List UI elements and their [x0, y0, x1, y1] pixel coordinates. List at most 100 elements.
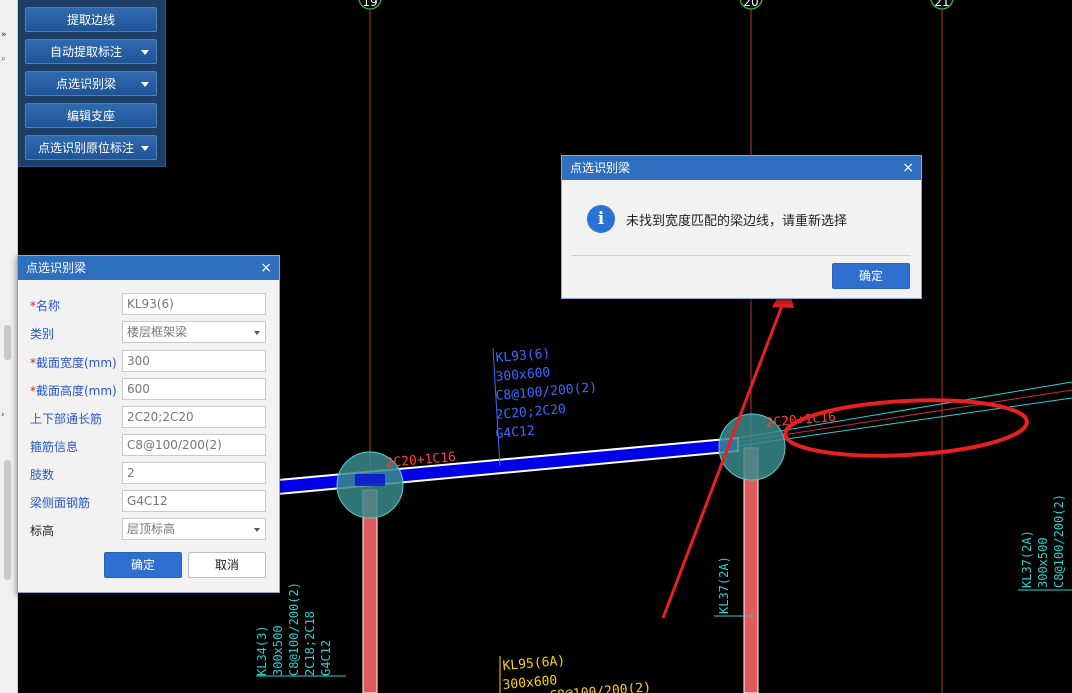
field-value: G4C12 — [127, 494, 168, 508]
section-height-input[interactable]: 600 — [122, 378, 266, 400]
extract-edge-label: 提取边线 — [66, 13, 115, 27]
elevation-select[interactable]: 层顶标高 — [122, 518, 266, 540]
cancel-button[interactable]: 取消 — [188, 552, 266, 578]
field-label: 箍筋信息 — [30, 440, 79, 454]
field-label: 上下部通长筋 — [30, 412, 103, 426]
field-label-text: 截面高度(mm) — [36, 384, 117, 398]
axis-label-21: 21 — [934, 0, 949, 9]
axis-bubble-20: 20 — [739, 0, 763, 10]
expand-arrows-icon[interactable]: » — [1, 30, 7, 40]
kl93-rebar: 2C20;2C20 — [495, 402, 566, 423]
kl93-side-rebar: G4C12 — [495, 424, 535, 442]
message-text: 未找到宽度匹配的梁边线，请重新选择 — [626, 214, 848, 229]
field-value: KL93(6) — [127, 297, 174, 311]
scrollbar-thumb[interactable] — [4, 460, 11, 580]
field-row-name: *名称 KL93(6) — [18, 293, 279, 317]
auto-extract-annotation-button[interactable]: 自动提取标注 — [25, 39, 157, 64]
field-value: 层顶标高 — [127, 522, 176, 536]
ok-button[interactable]: 确定 — [104, 552, 182, 578]
field-value: 600 — [127, 382, 150, 396]
kl95-name: KL95(6A) — [502, 654, 566, 674]
kl95-stirrup: C8@100/200(2) — [549, 680, 652, 693]
caret-down-icon[interactable] — [141, 146, 149, 151]
field-label: 梁侧面钢筋 — [30, 496, 91, 510]
extract-edge-button[interactable]: 提取边线 — [25, 7, 157, 32]
field-row-width: *截面宽度(mm) 300 — [18, 350, 279, 374]
pick-identify-inplace-annotation-label: 点选识别原位标注 — [37, 141, 134, 155]
beam-identify-dialog: 点选识别梁 × *名称 KL93(6) 类别 楼层框架梁 *截面宽度(mm) 3… — [17, 255, 280, 593]
pick-identify-beam-label: 点选识别梁 — [55, 77, 116, 91]
caret-down-icon[interactable] — [141, 50, 149, 55]
kl37-right-annotation: KL37(2A) 300x500 C8@100/200(2) — [1018, 494, 1072, 591]
divider — [572, 255, 911, 256]
field-label: *截面高度(mm) — [30, 384, 117, 398]
axis-bubble-19: 19 — [358, 0, 382, 10]
field-row-longitudinal: 上下部通长筋 2C20;2C20 — [18, 406, 279, 430]
highlight-ellipse — [783, 398, 1029, 458]
kl37-right-name: KL37(2A) — [1020, 530, 1034, 588]
scrollbar-thumb[interactable] — [4, 325, 11, 360]
beam-over-column — [355, 474, 385, 486]
dialog-titlebar[interactable]: 点选识别梁 × — [562, 156, 921, 180]
field-label: *名称 — [30, 299, 61, 313]
field-value: 300 — [127, 354, 150, 368]
stirrup-input[interactable]: C8@100/200(2) — [122, 434, 266, 456]
axis-bubble-21: 21 — [930, 0, 954, 10]
caret-down-icon[interactable] — [141, 82, 149, 87]
info-icon: i — [587, 205, 615, 233]
kl34-annotation: KL34(3) 300x500 C8@100/200(2) 2C18;2C18 … — [255, 582, 346, 677]
edit-support-label: 编辑支座 — [66, 109, 115, 123]
field-row-legs: 肢数 2 — [18, 462, 279, 486]
dialog-title: 点选识别梁 — [26, 261, 87, 275]
field-row-side-rebar: 梁侧面钢筋 G4C12 — [18, 490, 279, 514]
name-input[interactable]: KL93(6) — [122, 293, 266, 315]
field-value: 楼层框架梁 — [127, 325, 188, 339]
close-icon[interactable]: × — [902, 156, 914, 180]
auto-extract-annotation-label: 自动提取标注 — [49, 45, 122, 59]
kl37-mid-name: KL37(2A) — [717, 556, 731, 614]
side-rebar-input[interactable]: G4C12 — [122, 490, 266, 512]
legs-input[interactable]: 2 — [122, 462, 266, 484]
dialog-title: 点选识别梁 — [570, 161, 631, 175]
field-row-height: *截面高度(mm) 600 — [18, 378, 279, 402]
axis-label-20: 20 — [743, 0, 758, 9]
kl93-name: KL93(6) — [495, 346, 551, 366]
field-row-stirrup: 箍筋信息 C8@100/200(2) — [18, 434, 279, 458]
field-row-category: 类别 楼层框架梁 — [18, 321, 279, 345]
axis-label-19: 19 — [362, 0, 377, 9]
chevron-down-icon[interactable] — [254, 528, 260, 532]
vertical-beam-19 — [362, 489, 378, 693]
left-side-strip: » ⌕ › — [0, 0, 18, 693]
continuous-rebar-input[interactable]: 2C20;2C20 — [122, 406, 266, 428]
section-width-input[interactable]: 300 — [122, 350, 266, 372]
field-label: 标高 — [30, 524, 55, 538]
vertical-beam-20 — [743, 447, 759, 693]
field-label: 肢数 — [30, 468, 55, 482]
pick-identify-beam-button[interactable]: 点选识别梁 — [25, 71, 157, 96]
field-label-text: 截面宽度(mm) — [36, 356, 117, 370]
field-value: C8@100/200(2) — [127, 438, 222, 452]
search-icon[interactable]: ⌕ — [1, 54, 6, 64]
field-label: 类别 — [30, 327, 55, 341]
field-label-text: 名称 — [36, 299, 61, 313]
field-value: 2C20;2C20 — [127, 410, 194, 424]
edit-support-button[interactable]: 编辑支座 — [25, 103, 157, 128]
kl34-name: KL34(3) — [255, 625, 269, 676]
ok-button[interactable]: 确定 — [832, 263, 910, 289]
message-dialog: 点选识别梁 × i 未找到宽度匹配的梁边线，请重新选择 确定 — [561, 155, 922, 299]
close-icon[interactable]: × — [260, 256, 272, 280]
collapse-icon[interactable]: › — [1, 410, 5, 420]
category-select[interactable]: 楼层框架梁 — [122, 321, 266, 343]
pick-identify-inplace-annotation-button[interactable]: 点选识别原位标注 — [25, 135, 157, 160]
kl34-stirrup: C8@100/200(2) — [287, 582, 301, 676]
field-label: *截面宽度(mm) — [30, 356, 117, 370]
dialog-titlebar[interactable]: 点选识别梁 × — [18, 256, 279, 280]
kl37-right-stirrup: C8@100/200(2) — [1052, 494, 1066, 588]
kl34-rebar: 2C18;2C18 — [303, 611, 317, 676]
field-row-elevation: 标高 层顶标高 — [18, 518, 279, 542]
chevron-down-icon[interactable] — [254, 331, 260, 335]
kl93-annotation: KL93(6) 300x600 C8@100/200(2) 2C20;2C20 … — [495, 346, 598, 442]
kl34-section: 300x500 — [271, 625, 285, 676]
kl37-right-section: 300x500 — [1036, 537, 1050, 588]
recognition-toolbar: 提取边线 自动提取标注 点选识别梁 编辑支座 点选识别原位标注 — [18, 0, 166, 167]
